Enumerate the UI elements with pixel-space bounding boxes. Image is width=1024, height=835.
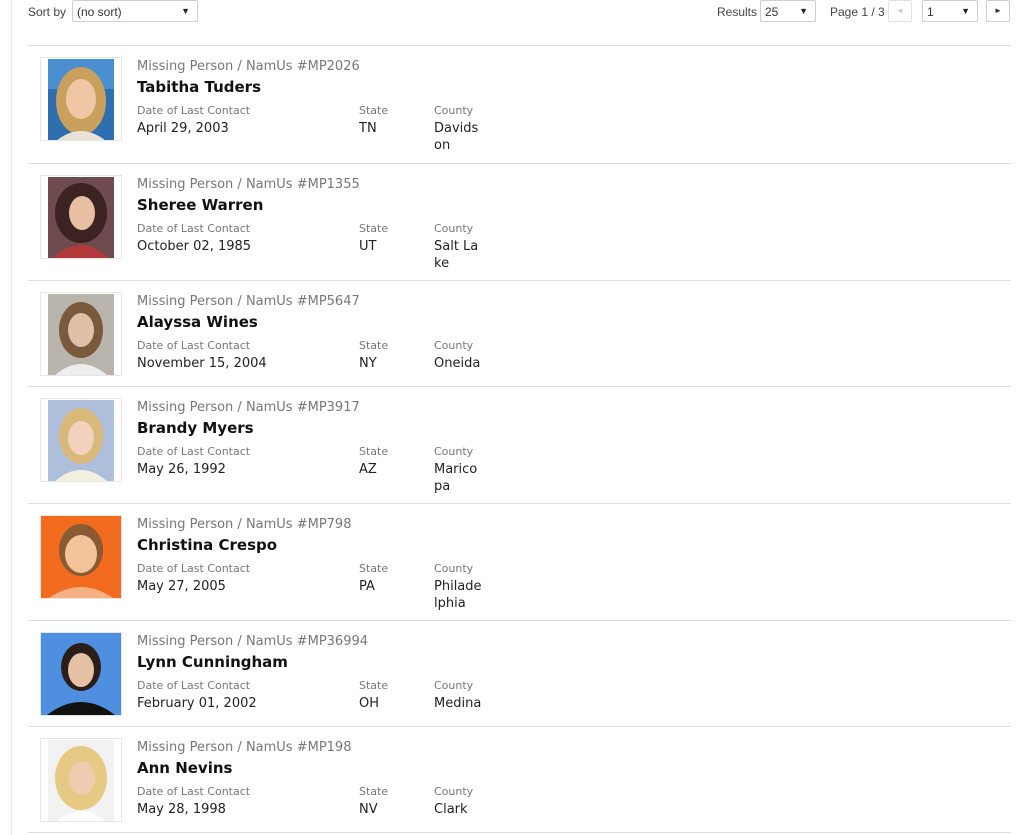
- last-contact-date: October 02, 1985: [137, 239, 252, 254]
- caret-right-icon: ►: [994, 6, 1002, 15]
- results-label: Results: [717, 5, 758, 19]
- portrait-image: [41, 633, 121, 715]
- list-item[interactable]: Missing Person / NamUs #MP1355 Sheree Wa…: [28, 163, 1011, 280]
- page-number-select[interactable]: 1 ▼: [922, 0, 978, 22]
- person-photo[interactable]: [40, 175, 122, 259]
- prev-page-button[interactable]: ◄: [888, 0, 912, 22]
- state-value: OH: [359, 696, 380, 711]
- page-indicator: Page 1 / 3: [830, 5, 885, 19]
- list-item[interactable]: Missing Person / NamUs #MP5647 Alayssa W…: [28, 280, 1011, 386]
- portrait-image: [41, 516, 121, 598]
- last-contact-date: May 28, 1998: [137, 802, 226, 817]
- state-value: TN: [359, 121, 377, 136]
- list-item[interactable]: Missing Person / NamUs #MP3917 Brandy My…: [28, 386, 1011, 503]
- person-name[interactable]: Tabitha Tuders: [137, 78, 261, 96]
- person-photo[interactable]: [40, 292, 122, 376]
- state-value: NV: [359, 802, 378, 817]
- portrait-image: [48, 59, 114, 140]
- portrait-image: [48, 400, 114, 481]
- county-label: County: [434, 679, 474, 692]
- sort-by-value: (no sort): [77, 5, 122, 19]
- person-photo[interactable]: [40, 632, 122, 716]
- person-name[interactable]: Sheree Warren: [137, 196, 263, 214]
- list-item[interactable]: Missing Person / NamUs #MP36994 Lynn Cun…: [28, 620, 1011, 726]
- state-value: UT: [359, 239, 377, 254]
- person-name[interactable]: Brandy Myers: [137, 419, 254, 437]
- page-number-value: 1: [927, 5, 934, 19]
- date-label: Date of Last Contact: [137, 562, 251, 575]
- state-label: State: [359, 785, 389, 798]
- date-label: Date of Last Contact: [137, 222, 251, 235]
- sort-by-select[interactable]: (no sort) ▼: [72, 0, 198, 22]
- case-number[interactable]: Missing Person / NamUs #MP5647: [137, 294, 360, 309]
- results-per-page-value: 25: [765, 5, 779, 19]
- date-label: Date of Last Contact: [137, 679, 251, 692]
- state-value: NY: [359, 356, 377, 371]
- county-label: County: [434, 222, 474, 235]
- person-photo[interactable]: [40, 515, 122, 599]
- county-label: County: [434, 562, 474, 575]
- last-contact-date: May 27, 2005: [137, 579, 226, 594]
- results-toolbar: Sort by (no sort) ▼ Results 25 ▼ Page 1 …: [0, 0, 1024, 28]
- county-value: Philadelphia: [434, 579, 482, 611]
- county-value: Maricopa: [434, 462, 478, 494]
- person-photo[interactable]: [40, 738, 122, 822]
- results-list: Missing Person / NamUs #MP2026 Tabitha T…: [28, 45, 1011, 833]
- date-label: Date of Last Contact: [137, 339, 251, 352]
- list-item[interactable]: Missing Person / NamUs #MP798 Christina …: [28, 503, 1011, 620]
- county-value: Davidson: [434, 121, 479, 153]
- date-label: Date of Last Contact: [137, 785, 251, 798]
- case-number[interactable]: Missing Person / NamUs #MP2026: [137, 59, 360, 74]
- case-number[interactable]: Missing Person / NamUs #MP1355: [137, 177, 360, 192]
- person-name[interactable]: Alayssa Wines: [137, 313, 258, 331]
- county-value: Medina: [434, 696, 482, 711]
- case-number[interactable]: Missing Person / NamUs #MP198: [137, 740, 351, 755]
- results-per-page-select[interactable]: 25 ▼: [760, 0, 816, 22]
- list-item[interactable]: Missing Person / NamUs #MP2026 Tabitha T…: [28, 45, 1011, 163]
- last-contact-date: November 15, 2004: [137, 356, 267, 371]
- county-label: County: [434, 339, 474, 352]
- state-label: State: [359, 339, 389, 352]
- person-photo[interactable]: [40, 398, 122, 482]
- person-name[interactable]: Christina Crespo: [137, 536, 277, 554]
- state-label: State: [359, 445, 389, 458]
- last-contact-date: February 01, 2002: [137, 696, 257, 711]
- portrait-image: [48, 177, 114, 258]
- date-label: Date of Last Contact: [137, 104, 251, 117]
- person-name[interactable]: Lynn Cunningham: [137, 653, 288, 671]
- state-label: State: [359, 679, 389, 692]
- county-value: Oneida: [434, 356, 481, 371]
- next-page-button[interactable]: ►: [986, 0, 1010, 22]
- chevron-down-icon: ▼: [961, 6, 970, 16]
- county-label: County: [434, 785, 474, 798]
- last-contact-date: April 29, 2003: [137, 121, 229, 136]
- county-value: Clark: [434, 802, 468, 817]
- county-value: Salt Lake: [434, 239, 479, 271]
- date-label: Date of Last Contact: [137, 445, 251, 458]
- case-number[interactable]: Missing Person / NamUs #MP798: [137, 517, 351, 532]
- case-number[interactable]: Missing Person / NamUs #MP3917: [137, 400, 360, 415]
- caret-left-icon: ◄: [896, 6, 904, 15]
- portrait-image: [48, 294, 114, 375]
- left-border: [11, 0, 12, 835]
- person-name[interactable]: Ann Nevins: [137, 759, 232, 777]
- state-value: AZ: [359, 462, 377, 477]
- state-value: PA: [359, 579, 375, 594]
- last-contact-date: May 26, 1992: [137, 462, 226, 477]
- county-label: County: [434, 104, 474, 117]
- state-label: State: [359, 562, 389, 575]
- state-label: State: [359, 222, 389, 235]
- portrait-image: [48, 740, 114, 821]
- person-photo[interactable]: [40, 57, 122, 141]
- chevron-down-icon: ▼: [799, 6, 808, 16]
- list-item[interactable]: Missing Person / NamUs #MP198 Ann Nevins…: [28, 726, 1011, 833]
- sort-by-label: Sort by: [28, 5, 67, 19]
- chevron-down-icon: ▼: [181, 6, 190, 16]
- state-label: State: [359, 104, 389, 117]
- case-number[interactable]: Missing Person / NamUs #MP36994: [137, 634, 368, 649]
- county-label: County: [434, 445, 474, 458]
